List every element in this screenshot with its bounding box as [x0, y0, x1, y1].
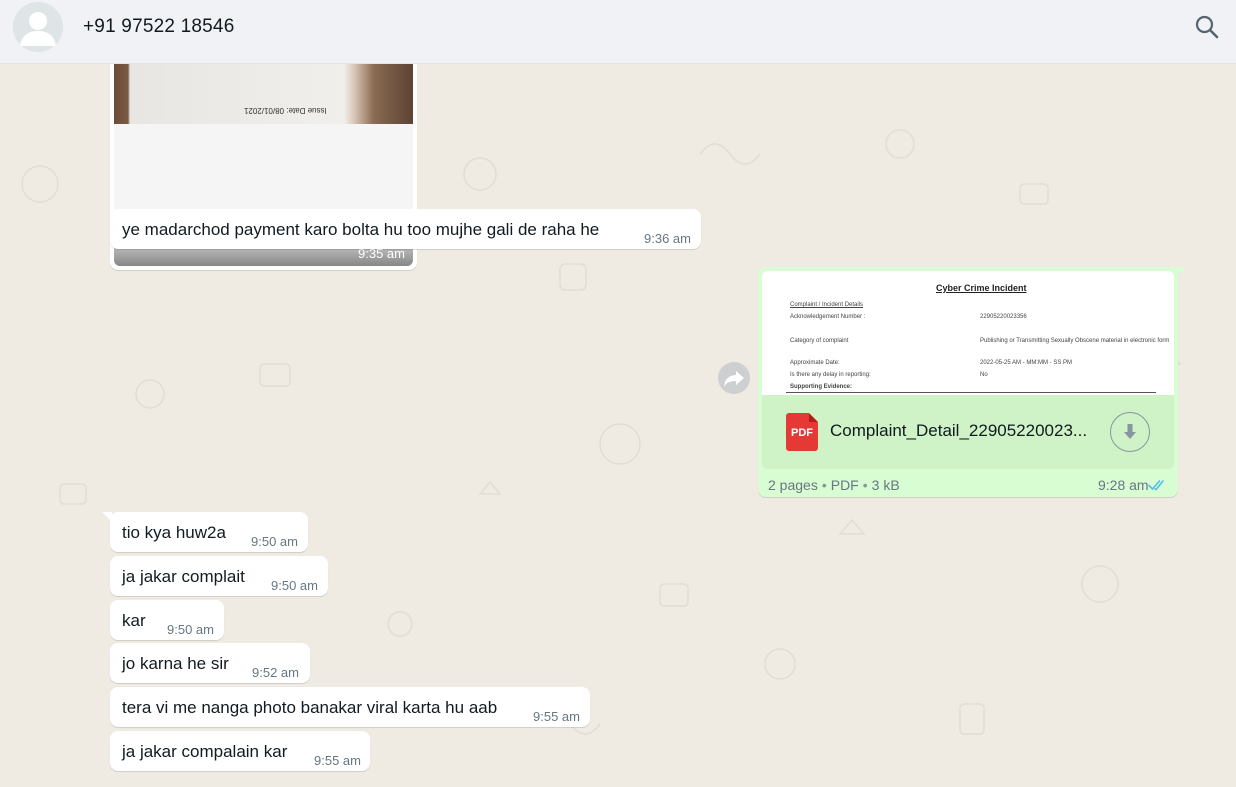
message-text: kar — [122, 611, 146, 630]
preview-row: Is there any delay in reporting: — [790, 372, 871, 378]
preview-title: Cyber Crime Incident — [936, 283, 1027, 293]
forward-icon — [724, 371, 744, 387]
default-avatar-icon[interactable] — [13, 2, 63, 52]
download-icon — [1124, 424, 1136, 439]
document-type: PDF — [830, 477, 859, 493]
message-time: 9:50 am — [251, 534, 298, 549]
message-time: 9:50 am — [167, 622, 214, 637]
message-time: 9:55 am — [533, 709, 580, 724]
contact-name[interactable]: +91 97522 18546 — [83, 16, 234, 38]
preview-row: 2022-05-25 AM - MM:MM - SS PM — [980, 360, 1073, 366]
preview-row: Category of complaint — [790, 338, 849, 344]
incoming-message[interactable]: kar 9:50 am — [110, 600, 224, 640]
bubble-tail — [1176, 267, 1186, 277]
message-text: tera vi me nanga photo banakar viral kar… — [122, 698, 498, 717]
document-size: 3 kB — [871, 477, 900, 493]
chat-header: +91 97522 18546 — [0, 0, 1236, 64]
message-time: 9:52 am — [252, 665, 299, 680]
document-meta: 2 pages • PDF • 3 kB — [768, 477, 900, 493]
download-button[interactable] — [1110, 412, 1150, 452]
pdf-file-icon: PDF — [786, 413, 818, 451]
preview-row: Approximate Date: — [790, 360, 840, 366]
message-text: jo karna he sir — [122, 654, 229, 673]
incoming-message[interactable]: jo karna he sir 9:52 am — [110, 643, 310, 683]
message-text: ja jakar compalain kar — [122, 742, 288, 761]
preview-row: Publishing or Transmitting Sexually Obsc… — [980, 338, 1170, 344]
preview-row: 22905220023356 — [980, 314, 1027, 320]
message-time: 9:36 am — [644, 231, 691, 246]
preview-row: No — [980, 372, 988, 378]
document-file-row[interactable]: PDF Complaint_Detail_22905220023... — [762, 395, 1174, 469]
message-time: 9:28 am — [1098, 477, 1149, 493]
outgoing-document-message[interactable]: Cyber Crime Incident Complaint / Inciden… — [758, 267, 1186, 497]
id-card-photo — [114, 64, 413, 124]
incoming-message[interactable]: tio kya huw2a 9:50 am — [102, 512, 308, 552]
message-text: tio kya huw2a — [122, 523, 226, 542]
preview-row: Supporting Evidence: — [790, 384, 853, 390]
document-preview[interactable]: Cyber Crime Incident Complaint / Inciden… — [762, 271, 1174, 395]
bubble-tail — [102, 512, 112, 522]
preview-row: Acknowledgement Number : — [790, 314, 866, 320]
message-time: 9:50 am — [271, 578, 318, 593]
message-time: 9:55 am — [314, 753, 361, 768]
search-icon[interactable] — [1192, 12, 1222, 42]
double-check-read-icon — [1148, 480, 1164, 491]
forward-button[interactable] — [718, 362, 750, 394]
incoming-message[interactable]: ye madarchod payment karo bolta hu too m… — [110, 209, 701, 249]
conversation-pane[interactable]: Issue Date: 08/01/2021 9:35 am ye madarc… — [0, 64, 1236, 787]
incoming-message[interactable]: tera vi me nanga photo banakar viral kar… — [110, 687, 590, 727]
document-file-name: Complaint_Detail_22905220023... — [830, 421, 1088, 440]
image-caption-text: Issue Date: 08/01/2021 — [244, 106, 327, 115]
preview-divider — [786, 392, 1156, 393]
preview-row: Complaint / Incident Details — [790, 302, 864, 308]
message-text: ja jakar complait — [122, 567, 245, 586]
message-text: ye madarchod payment karo bolta hu too m… — [122, 220, 600, 239]
incoming-message[interactable]: ja jakar complait 9:50 am — [110, 556, 328, 596]
document-pages: 2 pages — [768, 477, 818, 493]
incoming-message[interactable]: ja jakar compalain kar 9:55 am — [110, 731, 370, 771]
